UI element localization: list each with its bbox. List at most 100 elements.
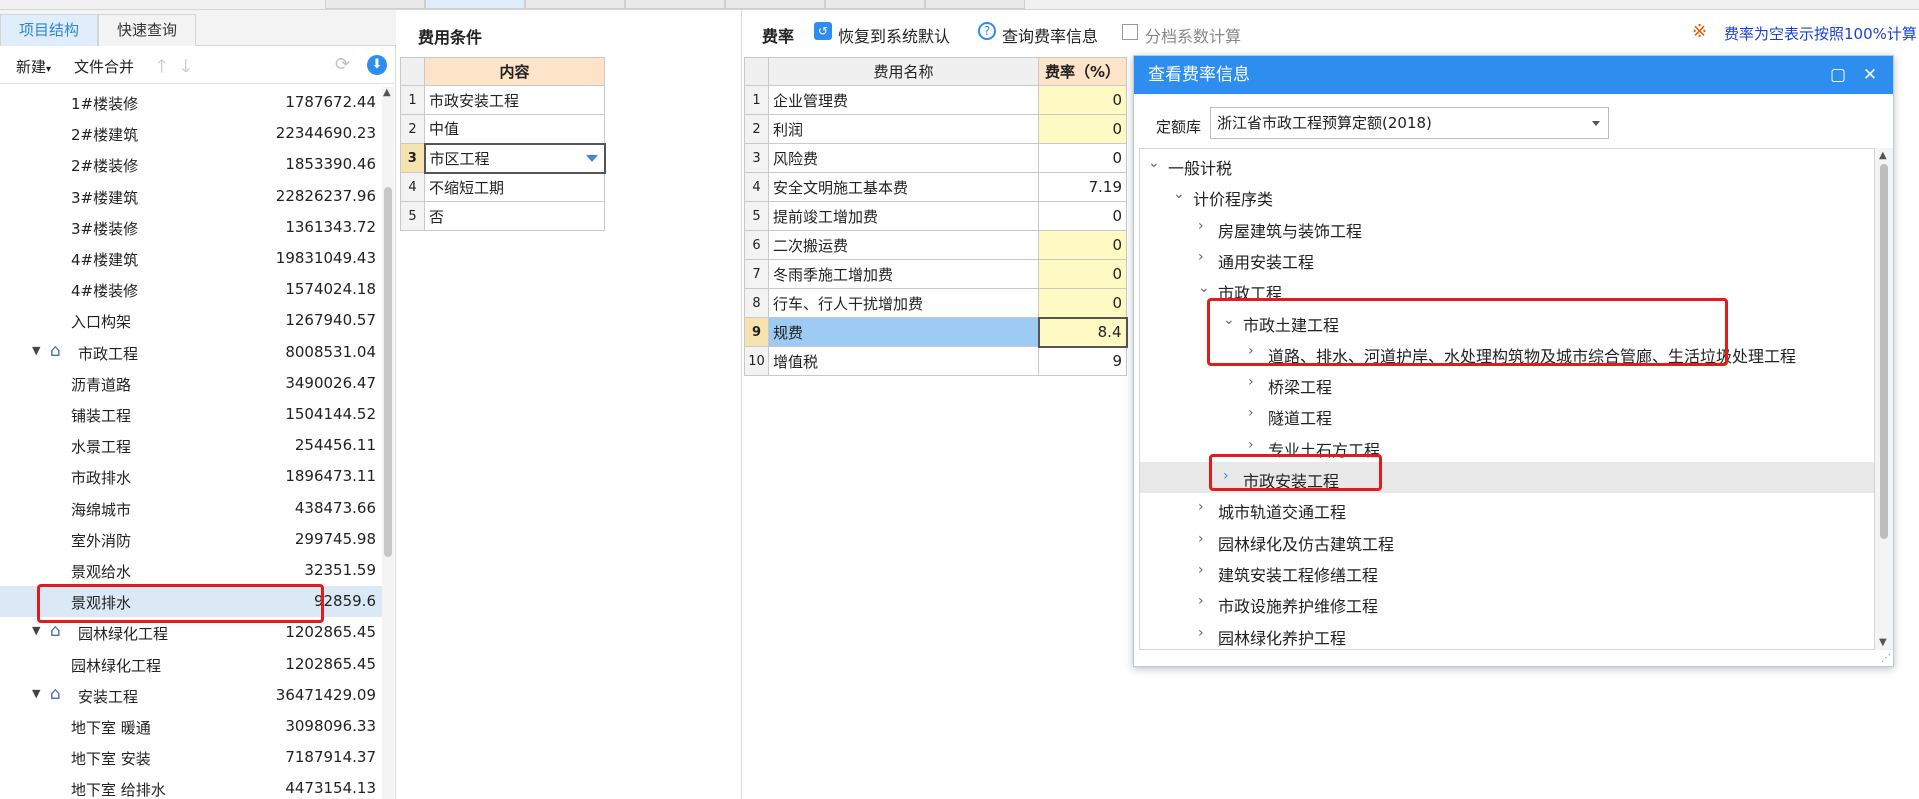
rate-row[interactable]: 1 企业管理费 0 xyxy=(744,85,1127,115)
rate-row[interactable]: 10 增值税 9 xyxy=(744,346,1127,376)
chevron-right-icon[interactable]: › xyxy=(1248,405,1254,421)
tree-row[interactable]: 1#楼装修 1787672.44 xyxy=(0,87,382,118)
rate-value[interactable]: 0 xyxy=(1038,143,1127,173)
expand-arrow-icon[interactable]: ▼ xyxy=(32,687,40,700)
rate-value[interactable]: 0 xyxy=(1038,114,1127,144)
top-tab[interactable] xyxy=(425,0,525,9)
rate-row[interactable]: 6 二次搬运费 0 xyxy=(744,230,1127,260)
category-tree-row[interactable]: › 桥梁工程 xyxy=(1140,368,1874,399)
tree-row[interactable]: 3#楼建筑 22826237.96 xyxy=(0,181,382,212)
quota-select[interactable]: 浙江省市政工程预算定额(2018) xyxy=(1210,107,1609,139)
rate-value[interactable]: 8.4 xyxy=(1037,316,1128,348)
new-button[interactable]: 新建▾ xyxy=(16,56,51,77)
maximize-icon[interactable]: ▢ xyxy=(1824,56,1852,94)
tree-row[interactable]: 地下室 给排水 4473154.13 xyxy=(0,773,382,799)
file-merge-button[interactable]: 文件合并 xyxy=(74,56,134,77)
chevron-right-icon[interactable]: › xyxy=(1198,625,1204,641)
rate-row[interactable]: 5 提前竣工增加费 0 xyxy=(744,201,1127,231)
tree-row[interactable]: 4#楼建筑 19831049.43 xyxy=(0,243,382,274)
rate-row[interactable]: 7 冬雨季施工增加费 0 xyxy=(744,259,1127,289)
scroll-thumb[interactable] xyxy=(384,187,392,557)
chevron-down-icon[interactable]: ⌄ xyxy=(1173,186,1185,202)
rate-row[interactable]: 9 规费 8.4 xyxy=(744,316,1128,348)
rate-value[interactable]: 7.19 xyxy=(1038,172,1127,202)
tiered-checkbox[interactable] xyxy=(1122,24,1138,40)
chevron-right-icon[interactable]: › xyxy=(1198,562,1204,578)
tree-row[interactable]: 地下室 暖通 3098096.33 xyxy=(0,711,382,742)
tree-row[interactable]: 铺装工程 1504144.52 xyxy=(0,399,382,430)
tree-row[interactable]: ▼ ⌂ 市政工程 8008531.04 xyxy=(0,337,382,368)
rate-row[interactable]: 3 风险费 0 xyxy=(744,143,1127,173)
scroll-down-icon[interactable]: ▼ xyxy=(1879,637,1887,648)
scroll-thumb[interactable] xyxy=(1880,164,1888,539)
resize-grip-icon[interactable]: ⋰ xyxy=(1881,653,1891,664)
category-tree-row[interactable]: › 隧道工程 xyxy=(1140,399,1874,430)
category-tree-row[interactable]: › 园林绿化养护工程 xyxy=(1140,619,1874,650)
rate-row[interactable]: 2 利润 0 xyxy=(744,114,1127,144)
category-tree-row[interactable]: › 城市轨道交通工程 xyxy=(1140,493,1874,524)
category-tree-row[interactable]: › 通用安装工程 xyxy=(1140,243,1874,274)
chevron-right-icon[interactable]: › xyxy=(1198,249,1204,265)
tree-row[interactable]: 园林绿化工程 1202865.45 xyxy=(0,649,382,680)
tree-row[interactable]: 入口构架 1267940.57 xyxy=(0,305,382,336)
dialog-scrollbar[interactable]: ▲ ▼ xyxy=(1875,148,1893,650)
left-scrollbar[interactable]: ▲ xyxy=(382,87,394,799)
move-down-icon[interactable]: 🡓 xyxy=(181,54,190,84)
scroll-up-icon[interactable]: ▲ xyxy=(383,87,391,98)
rate-value[interactable]: 0 xyxy=(1038,259,1127,289)
dropdown-arrow-icon[interactable] xyxy=(585,154,598,162)
tree-row[interactable]: 景观给水 32351.59 xyxy=(0,555,382,586)
close-icon[interactable]: ✕ xyxy=(1856,56,1884,94)
top-tab[interactable] xyxy=(325,0,425,9)
chevron-right-icon[interactable]: › xyxy=(1198,499,1204,515)
chevron-right-icon[interactable]: › xyxy=(1198,593,1204,609)
tree-row[interactable]: ▼ ⌂ 安装工程 36471429.09 xyxy=(0,680,382,711)
top-tab[interactable] xyxy=(525,0,625,9)
query-icon[interactable]: ? xyxy=(978,22,996,40)
condition-cell[interactable]: 不缩短工期 xyxy=(424,172,605,202)
expand-arrow-icon[interactable]: ▼ xyxy=(32,624,40,637)
condition-cell[interactable]: 市政安装工程 xyxy=(424,85,605,115)
condition-cell[interactable]: 中值 xyxy=(424,114,605,144)
chevron-right-icon[interactable]: › xyxy=(1248,437,1254,453)
restore-icon[interactable]: ↺ xyxy=(814,22,832,40)
rate-value[interactable]: 0 xyxy=(1038,288,1127,318)
tree-row[interactable]: 3#楼装修 1361343.72 xyxy=(0,212,382,243)
tab-project-structure[interactable]: 项目结构 xyxy=(0,14,99,46)
tree-row[interactable]: 市政排水 1896473.11 xyxy=(0,461,382,492)
top-tab[interactable] xyxy=(925,0,1025,9)
rate-value[interactable]: 9 xyxy=(1038,346,1127,376)
tree-row[interactable]: 地下室 安装 7187914.37 xyxy=(0,742,382,773)
tree-row[interactable]: 2#楼装修 1853390.46 xyxy=(0,149,382,180)
rate-value[interactable]: 0 xyxy=(1038,230,1127,260)
download-icon[interactable]: ⬇ xyxy=(367,55,387,75)
rate-value[interactable]: 0 xyxy=(1038,201,1127,231)
chevron-down-icon[interactable]: ⌄ xyxy=(1148,155,1160,171)
category-tree-row[interactable]: › 园林绿化及仿古建筑工程 xyxy=(1140,525,1874,556)
category-tree-row[interactable]: › 房屋建筑与装饰工程 xyxy=(1140,212,1874,243)
chevron-right-icon[interactable]: › xyxy=(1198,531,1204,547)
top-tab[interactable] xyxy=(825,0,925,9)
expand-arrow-icon[interactable]: ▼ xyxy=(32,344,40,357)
move-up-icon[interactable]: 🡑 xyxy=(157,54,166,84)
scroll-up-icon[interactable]: ▲ xyxy=(1879,150,1887,161)
top-tab[interactable] xyxy=(725,0,825,9)
rate-row[interactable]: 4 安全文明施工基本费 7.19 xyxy=(744,172,1127,202)
category-tree-row[interactable]: ⌄ 一般计税 xyxy=(1140,149,1874,180)
tree-row[interactable]: 海绵城市 438473.66 xyxy=(0,493,382,524)
restore-default-button[interactable]: 恢复到系统默认 xyxy=(838,23,950,47)
category-tree-row[interactable]: › 建筑安装工程修缮工程 xyxy=(1140,556,1874,587)
condition-cell[interactable]: 否 xyxy=(424,201,605,231)
category-tree-row[interactable]: › 市政设施养护维修工程 xyxy=(1140,587,1874,618)
condition-row[interactable]: 3 市区工程 xyxy=(400,142,606,174)
condition-cell[interactable]: 市区工程 xyxy=(423,142,606,174)
rate-row[interactable]: 8 行车、行人干扰增加费 0 xyxy=(744,288,1127,318)
tab-quick-query[interactable]: 快速查询 xyxy=(98,14,197,46)
condition-row[interactable]: 1 市政安装工程 xyxy=(400,85,605,115)
condition-row[interactable]: 4 不缩短工期 xyxy=(400,172,605,202)
chevron-down-icon[interactable]: ⌄ xyxy=(1198,280,1210,296)
condition-row[interactable]: 2 中值 xyxy=(400,114,605,144)
condition-row[interactable]: 5否 xyxy=(400,201,605,231)
category-tree-row[interactable]: ⌄ 计价程序类 xyxy=(1140,180,1874,211)
tree-row[interactable]: 水景工程 254456.11 xyxy=(0,430,382,461)
